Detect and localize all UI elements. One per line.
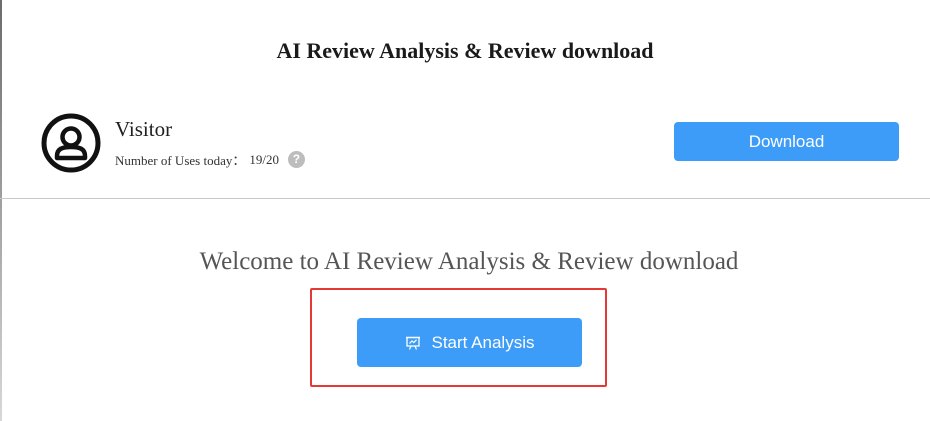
section-divider: [0, 198, 930, 199]
user-name: Visitor: [115, 117, 173, 141]
modal-title: AI Review Analysis & Review download: [276, 38, 654, 63]
download-button[interactable]: Download: [674, 122, 899, 161]
review-analysis-modal: AI Review Analysis & Review download Vis…: [0, 0, 930, 421]
question-circle-icon[interactable]: ?: [287, 151, 305, 168]
start-analysis-button[interactable]: Start Analysis: [357, 318, 582, 367]
presentation-chart-icon: [405, 335, 421, 351]
uses-value: 19/20: [249, 151, 279, 167]
uses-label: Number of Uses today：: [115, 153, 246, 168]
usage-counter: Number of Uses today： 19/20 ?: [115, 150, 305, 169]
start-analysis-label: Start Analysis: [431, 332, 535, 352]
welcome-message: Welcome to AI Review Analysis & Review d…: [199, 248, 739, 275]
user-circle-icon: [40, 112, 102, 174]
